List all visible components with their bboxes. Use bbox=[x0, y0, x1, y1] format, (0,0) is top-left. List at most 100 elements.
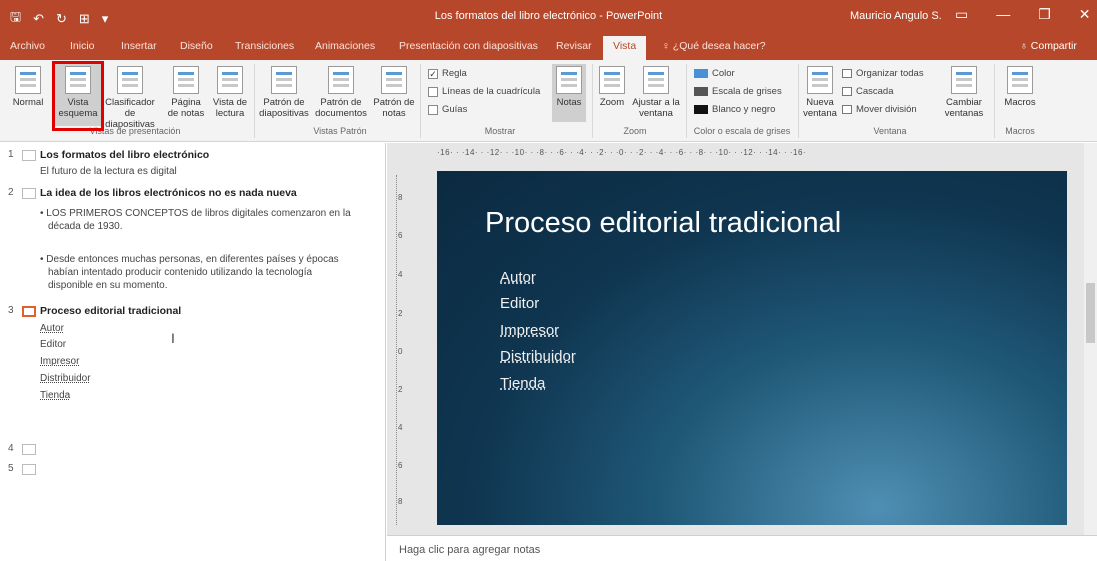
slide-sorter-button[interactable]: Clasificador de diapositivas bbox=[104, 66, 156, 130]
zoom-button[interactable]: Zoom bbox=[596, 66, 628, 108]
ruler-checkbox[interactable]: ✓ Regla bbox=[428, 68, 467, 79]
slide-icon bbox=[22, 464, 36, 475]
outline-slide-1[interactable]: 1 Los formatos del libro electrónico bbox=[8, 149, 209, 161]
annotation-highlight-box bbox=[52, 61, 104, 131]
notes-page-icon bbox=[173, 66, 199, 94]
minimize-icon[interactable]: — bbox=[996, 6, 1010, 23]
normal-view-button[interactable]: Normal bbox=[8, 66, 48, 108]
close-icon[interactable]: ✕ bbox=[1079, 6, 1091, 23]
slide-icon-active bbox=[22, 306, 36, 317]
scrollbar-thumb[interactable] bbox=[1086, 283, 1095, 343]
outline-text[interactable]: Tienda bbox=[40, 389, 70, 402]
notes-toggle-button[interactable]: Notas bbox=[552, 64, 586, 122]
notes-master-button[interactable]: Patrón de notas bbox=[372, 66, 416, 119]
slide-icon bbox=[22, 444, 36, 455]
macros-button[interactable]: Macros bbox=[1000, 66, 1040, 108]
handout-master-button[interactable]: Patrón de documentos bbox=[314, 66, 368, 119]
group-label-master-views: Vistas Patrón bbox=[313, 126, 367, 136]
slide-bullet[interactable]: Autor bbox=[500, 269, 536, 286]
notes-placeholder[interactable]: Haga clic para agregar notas bbox=[399, 544, 540, 556]
horizontal-ruler: ·16· · ·14· · ·12· · ·10· · ·8· · ·6· · … bbox=[437, 148, 807, 157]
tab-animaciones[interactable]: Animaciones bbox=[315, 40, 375, 52]
black-white-swatch-icon bbox=[694, 105, 708, 114]
tab-transiciones[interactable]: Transiciones bbox=[235, 40, 294, 52]
slide-master-button[interactable]: Patrón de diapositivas bbox=[258, 66, 310, 119]
tab-insertar[interactable]: Insertar bbox=[121, 40, 157, 52]
new-window-icon bbox=[807, 66, 833, 94]
slide-title[interactable]: Proceso editorial tradicional bbox=[485, 207, 841, 240]
group-separator bbox=[592, 64, 593, 138]
slide-bullet[interactable]: Tienda bbox=[500, 375, 545, 392]
outline-text[interactable]: habían intentado producir contenido util… bbox=[48, 266, 312, 279]
arrange-all-button[interactable]: Organizar todas bbox=[842, 68, 924, 79]
grayscale-option[interactable]: Escala de grises bbox=[694, 86, 782, 97]
slide-icon bbox=[22, 150, 36, 161]
outline-slide-3[interactable]: 3 Proceso editorial tradicional bbox=[8, 305, 181, 317]
slide-icon bbox=[22, 188, 36, 199]
group-label-macros: Macros bbox=[1005, 126, 1035, 136]
outline-text[interactable]: Autor bbox=[40, 322, 64, 335]
share-button[interactable]: ♁ Compartir bbox=[1020, 40, 1077, 52]
group-separator bbox=[420, 64, 421, 138]
outline-text[interactable]: Impresor bbox=[40, 355, 79, 368]
outline-slide-4[interactable]: 4 bbox=[8, 443, 36, 455]
cascade-button[interactable]: Cascada bbox=[842, 86, 894, 97]
group-separator bbox=[254, 64, 255, 138]
group-label-show: Mostrar bbox=[484, 126, 516, 136]
slide-bullet[interactable]: Impresor bbox=[500, 322, 559, 339]
ribbon-tabs: Archivo Inicio Insertar Diseño Transicio… bbox=[0, 34, 1097, 60]
grayscale-swatch-icon bbox=[694, 87, 708, 96]
checkbox-icon bbox=[428, 104, 438, 115]
tab-revisar[interactable]: Revisar bbox=[556, 40, 592, 52]
outline-text[interactable]: Editor bbox=[40, 338, 66, 351]
notes-pane[interactable]: Haga clic para agregar notas bbox=[387, 535, 1097, 561]
group-separator bbox=[686, 64, 687, 138]
outline-slide-5[interactable]: 5 bbox=[8, 463, 36, 475]
tab-diseno[interactable]: Diseño bbox=[180, 40, 213, 52]
switch-windows-icon bbox=[951, 66, 977, 94]
slide-master-icon bbox=[271, 66, 297, 94]
fit-to-window-button[interactable]: Ajustar a la ventana bbox=[630, 66, 682, 119]
window-controls: ▭ — ❐ ✕ bbox=[955, 6, 1091, 23]
slide-canvas[interactable]: Proceso editorial tradicional Autor Edit… bbox=[437, 171, 1067, 525]
switch-windows-button[interactable]: Cambiar ventanas bbox=[940, 66, 988, 119]
ribbon-display-icon[interactable]: ▭ bbox=[955, 6, 968, 23]
guides-checkbox[interactable]: Guías bbox=[428, 104, 467, 115]
group-label-window: Ventana bbox=[873, 126, 907, 136]
outline-pane[interactable]: 1 Los formatos del libro electrónico El … bbox=[0, 143, 386, 561]
outline-text[interactable]: disponible en su momento. bbox=[48, 279, 168, 292]
notes-page-button[interactable]: Página de notas bbox=[166, 66, 206, 119]
outline-text[interactable]: • LOS PRIMEROS CONCEPTOS de libros digit… bbox=[40, 207, 351, 220]
user-name[interactable]: Mauricio Angulo S. bbox=[850, 10, 942, 22]
group-label-zoom: Zoom bbox=[623, 126, 647, 136]
notes-master-icon bbox=[381, 66, 407, 94]
handout-master-icon bbox=[328, 66, 354, 94]
black-white-option[interactable]: Blanco y negro bbox=[694, 104, 775, 115]
macros-icon bbox=[1007, 66, 1033, 94]
reading-view-button[interactable]: Vista de lectura bbox=[210, 66, 250, 119]
tell-me-search[interactable]: ♀ ¿Qué desea hacer? bbox=[662, 40, 766, 52]
tab-presentacion[interactable]: Presentación con diapositivas bbox=[399, 40, 538, 52]
tab-archivo[interactable]: Archivo bbox=[10, 40, 45, 52]
outline-text[interactable]: • Desde entonces muchas personas, en dif… bbox=[40, 253, 339, 266]
move-split-icon bbox=[842, 105, 852, 114]
color-option[interactable]: Color bbox=[694, 68, 735, 79]
tab-vista[interactable]: Vista bbox=[603, 36, 647, 60]
outline-text[interactable]: década de 1930. bbox=[48, 220, 123, 233]
tab-inicio[interactable]: Inicio bbox=[70, 40, 95, 52]
outline-text[interactable]: El futuro de la lectura es digital bbox=[40, 165, 177, 178]
vertical-ruler: 8 6 4 2 0 2 4 6 8 bbox=[396, 175, 406, 525]
gridlines-checkbox[interactable]: Líneas de la cuadrícula bbox=[428, 86, 540, 97]
slide-bullet[interactable]: Editor bbox=[500, 295, 539, 312]
fit-window-icon bbox=[643, 66, 669, 94]
reading-view-icon bbox=[217, 66, 243, 94]
vertical-scrollbar[interactable] bbox=[1084, 143, 1097, 535]
move-split-button[interactable]: Mover división bbox=[842, 104, 917, 115]
slide-bullet[interactable]: Distribuidor bbox=[500, 348, 576, 365]
new-window-button[interactable]: Nueva ventana bbox=[802, 66, 838, 119]
notes-icon bbox=[556, 66, 582, 94]
restore-icon[interactable]: ❐ bbox=[1038, 6, 1051, 23]
outline-slide-2[interactable]: 2 La idea de los libros electrónicos no … bbox=[8, 187, 297, 199]
arrange-all-icon bbox=[842, 69, 852, 78]
outline-text[interactable]: Distribuidor bbox=[40, 372, 91, 385]
